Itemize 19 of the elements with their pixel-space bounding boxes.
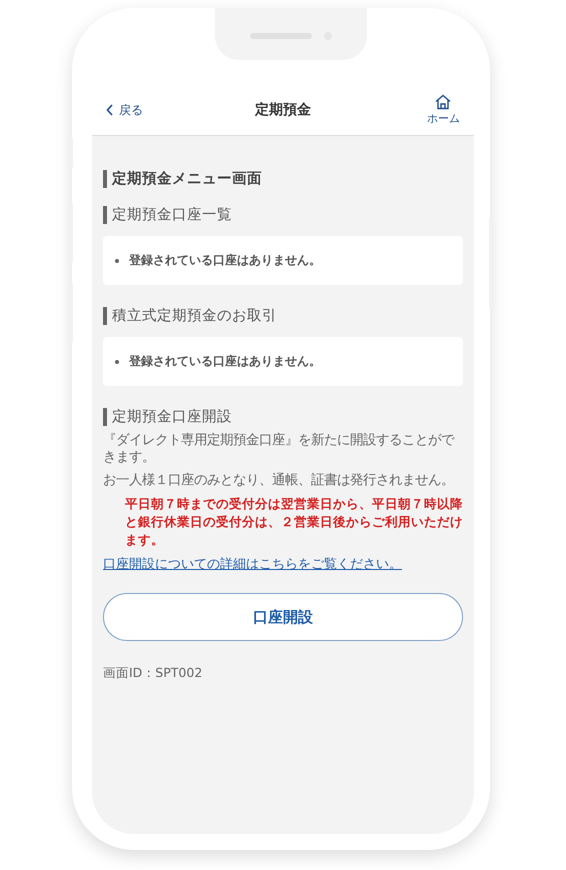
- bullet-icon: [115, 360, 119, 364]
- back-link[interactable]: 戻る: [106, 102, 186, 118]
- section-heading: 定期預金口座一覧: [103, 206, 463, 224]
- page-title: 定期預金メニュー画面: [103, 170, 463, 188]
- home-link[interactable]: ホーム: [380, 94, 460, 126]
- bullet-icon: [115, 258, 119, 262]
- details-link[interactable]: 口座開設についての詳細はこちらをご覧ください。: [103, 556, 402, 573]
- open-account-button[interactable]: 口座開設: [103, 593, 463, 641]
- section-heading: 積立式定期預金のお取引: [103, 307, 463, 325]
- empty-message: 登録されている口座はありません。: [129, 252, 321, 269]
- screen-id: 画面ID：SPT002: [103, 665, 204, 682]
- notice-text: 平日朝７時までの受付分は翌営業日から、平日朝７時以降と銀行休業日の受付分は、２営業日後からご利用いただけます。: [124, 495, 463, 549]
- chevron-left-icon: [106, 104, 114, 116]
- description-text: お一人様１口座のみとなり、通帳、証書は発行されません。: [103, 472, 455, 489]
- section-heading: 定期預金口座開設: [103, 408, 463, 426]
- description-text: 『ダイレクト専用定期預金口座』を新たに開設することができます。: [103, 432, 456, 466]
- home-icon: [434, 94, 452, 110]
- empty-message: 登録されている口座はありません。: [129, 353, 321, 370]
- header-title: 定期預金: [255, 101, 311, 119]
